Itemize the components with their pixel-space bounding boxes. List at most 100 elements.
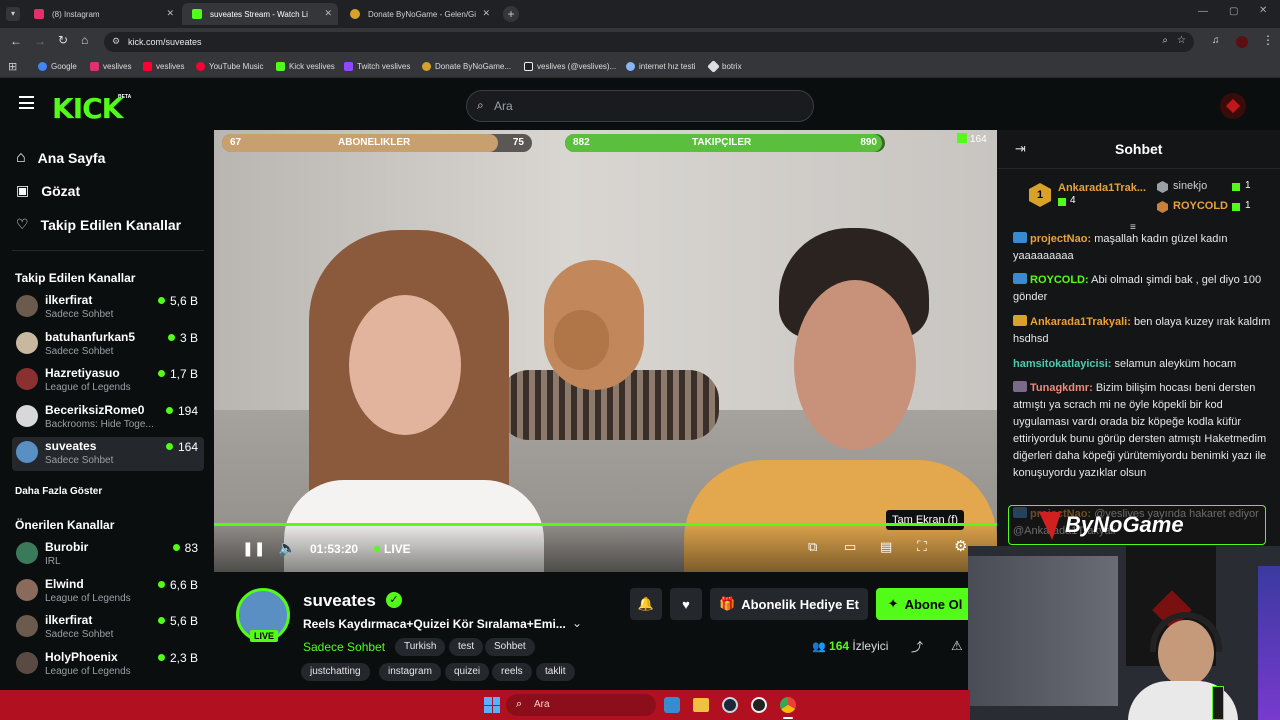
close-tab-icon[interactable]: ✕ bbox=[482, 8, 490, 19]
bookmark-kick[interactable]: Kick veslives bbox=[276, 62, 335, 71]
tag-sohbet[interactable]: Sohbet bbox=[485, 638, 535, 656]
share-icon[interactable]: ⤴ bbox=[911, 638, 923, 655]
browser-tab-bar: ▾ (8) Instagram ✕ suveates Stream - Watc… bbox=[0, 0, 1280, 28]
tag-instagram[interactable]: instagram bbox=[379, 663, 441, 681]
forward-icon[interactable]: → bbox=[34, 34, 46, 48]
sidebar-channel-beceriksizrome0[interactable]: BeceriksizRome0 Backrooms: Hide Toge... 19… bbox=[12, 401, 204, 435]
sidebar: ⌂ Ana Sayfa ▣ Gözat ♡ Takip Edilen Kanal… bbox=[0, 130, 214, 690]
tab-kick-stream[interactable]: suveates Stream - Watch Li ✕ bbox=[182, 3, 338, 25]
chat-text: selamun aleyküm hocam bbox=[1114, 358, 1237, 370]
sidebar-channel-batuhanfurkan5[interactable]: batuhanfurkan5 Sadece Sohbet 3 B bbox=[12, 328, 204, 362]
user-avatar[interactable] bbox=[1220, 93, 1246, 119]
media-control-icon[interactable]: ♫ bbox=[1212, 35, 1220, 46]
back-icon[interactable]: ← bbox=[10, 34, 22, 48]
wide-mode-icon[interactable]: ▤ bbox=[880, 539, 892, 555]
site-info-icon[interactable]: ⚙ bbox=[112, 36, 120, 47]
close-tab-icon[interactable]: ✕ bbox=[324, 8, 332, 19]
bookmark-google[interactable]: Google bbox=[38, 62, 77, 71]
steam-icon[interactable] bbox=[722, 697, 738, 713]
bookmark-botrix[interactable]: botrix bbox=[707, 60, 742, 73]
video-player[interactable]: 67 ABONELIKLER 75 882 TAKIPÇILER 890 164… bbox=[214, 130, 997, 572]
followed-heading: Takip Edilen Kanallar bbox=[15, 271, 136, 285]
notification-bell-button[interactable]: 🔔 bbox=[630, 588, 662, 620]
live-indicator[interactable]: LIVE bbox=[374, 542, 411, 556]
bookmark-star-icon[interactable]: ☆ bbox=[1177, 35, 1186, 46]
follow-heart-button[interactable]: ♥ bbox=[670, 588, 702, 620]
show-more-link[interactable]: Daha Fazla Göster bbox=[15, 486, 102, 497]
follower-goal-bar: 882 TAKIPÇILER 890 bbox=[565, 134, 885, 152]
active-app-indicator bbox=[783, 717, 793, 719]
nav-browse[interactable]: ▣ Gözat bbox=[16, 182, 80, 199]
sidebar-channel-ilkerfirat[interactable]: ilkerfirat Sadece Sohbet 5,6 B bbox=[12, 611, 204, 645]
bookmark-bynogame[interactable]: Donate ByNoGame... bbox=[422, 62, 511, 71]
chat-username[interactable]: Ankarada1Trakyali: bbox=[1030, 316, 1131, 328]
windows-start-icon[interactable] bbox=[484, 697, 500, 713]
address-input[interactable]: ⚙ kick.com/suveates ⌕ ☆ bbox=[104, 32, 1194, 52]
settings-gear-icon[interactable]: ⚙ bbox=[954, 537, 967, 555]
tag-taklit[interactable]: taklit bbox=[536, 663, 575, 681]
chat-username[interactable]: Tunagkdmr: bbox=[1030, 382, 1093, 394]
tag-turkish[interactable]: Turkish bbox=[395, 638, 446, 656]
tag-quizei[interactable]: quizei bbox=[445, 663, 490, 681]
close-tab-icon[interactable]: ✕ bbox=[166, 8, 174, 19]
taskbar-search-input[interactable]: ⌕ Ara bbox=[506, 694, 656, 716]
sidebar-channel-holyphoenix[interactable]: HolyPhoenix League of Legends 2,3 B bbox=[12, 648, 204, 682]
widgets-icon[interactable] bbox=[664, 697, 680, 713]
file-explorer-icon[interactable] bbox=[693, 698, 709, 712]
sidebar-channel-elwind[interactable]: Elwind League of Legends 6,6 B bbox=[12, 575, 204, 609]
maximize-icon[interactable]: ▢ bbox=[1229, 6, 1238, 17]
apps-grid-icon[interactable]: ⊞ bbox=[8, 60, 17, 73]
bookmark-youtube[interactable]: veslives bbox=[143, 62, 184, 71]
chevron-down-icon[interactable]: ⌄ bbox=[572, 616, 582, 630]
tab-bynogame[interactable]: Donate ByNoGame - Gelen/Gi ✕ bbox=[340, 3, 496, 25]
tab-search-dropdown-icon[interactable]: ▾ bbox=[6, 7, 20, 21]
chrome-icon[interactable] bbox=[780, 697, 796, 713]
nav-following[interactable]: ♡ Takip Edilen Kanallar bbox=[16, 216, 181, 233]
chat-username[interactable]: projectNao: bbox=[1030, 233, 1091, 245]
tag-justchatting[interactable]: justchatting bbox=[301, 663, 370, 681]
channel-name[interactable]: suveates bbox=[303, 591, 376, 611]
pip-icon[interactable]: ⧉ bbox=[808, 539, 817, 555]
bookmark-label: veslives bbox=[103, 62, 132, 71]
profile-icon[interactable] bbox=[1236, 36, 1248, 48]
tab-instagram[interactable]: (8) Instagram ✕ bbox=[24, 3, 180, 25]
chat-username[interactable]: ROYCOLD: bbox=[1030, 274, 1089, 286]
tag-reels[interactable]: reels bbox=[492, 663, 532, 681]
sidebar-channel-hazretiyasuo[interactable]: Hazretiyasuo League of Legends 1,7 B bbox=[12, 364, 204, 398]
menu-dots-icon[interactable]: ⋮ bbox=[1262, 33, 1274, 47]
fullscreen-icon[interactable]: ⛶ bbox=[917, 538, 927, 555]
bookmark-instagram[interactable]: veslives bbox=[90, 62, 131, 71]
category-link[interactable]: Sadece Sohbet bbox=[303, 640, 385, 654]
gift-subscription-button[interactable]: 🎁 Abonelik Hediye Et bbox=[710, 588, 868, 620]
sidebar-channel-burobir[interactable]: Burobir IRL 83 bbox=[12, 538, 204, 572]
chat-username[interactable]: hamsitokatlayicisi: bbox=[1013, 358, 1111, 370]
bookmark-tiktok[interactable]: veslives (@veslives)... bbox=[524, 62, 616, 71]
tag-test[interactable]: test bbox=[449, 638, 484, 656]
sidebar-channel-suveates[interactable]: suveates Sadece Sohbet 164 bbox=[12, 437, 204, 471]
sidebar-channel-ilkerfirat[interactable]: ilkerfirat Sadece Sohbet 5,6 B bbox=[12, 291, 204, 325]
nav-home[interactable]: ⌂ Ana Sayfa bbox=[16, 149, 105, 167]
hamburger-menu-icon[interactable] bbox=[19, 96, 34, 109]
volume-icon[interactable]: 🔈 bbox=[278, 539, 297, 557]
subscribe-button[interactable]: ✦ Abone Ol bbox=[876, 588, 974, 620]
bookmark-youtube-music[interactable]: YouTube Music bbox=[196, 62, 264, 71]
report-warning-icon[interactable]: ⚠ bbox=[951, 638, 963, 654]
bookmark-speedtest[interactable]: internet hız testi bbox=[626, 62, 695, 71]
bookmark-twitch[interactable]: Twitch veslives bbox=[344, 62, 410, 71]
kick-logo[interactable]: KICK bbox=[52, 92, 123, 125]
zoom-icon[interactable]: ⌕ bbox=[1162, 35, 1168, 46]
close-window-icon[interactable]: ✕ bbox=[1259, 5, 1267, 16]
collapse-chat-icon[interactable]: ⇥ bbox=[1015, 141, 1026, 157]
reload-icon[interactable]: ↻ bbox=[58, 33, 68, 47]
minimize-icon[interactable]: — bbox=[1198, 6, 1208, 17]
new-tab-button[interactable]: + bbox=[503, 6, 519, 22]
gifter-row[interactable]: ROYCOLD 1 bbox=[1157, 200, 1267, 216]
app-icon[interactable] bbox=[751, 697, 767, 713]
top-gifter[interactable]: 1 Ankarada1Trak... 4 bbox=[1029, 179, 1149, 211]
search-input[interactable]: ⌕ Ara bbox=[466, 90, 814, 122]
home-icon[interactable]: ⌂ bbox=[81, 33, 88, 47]
theater-mode-icon[interactable]: ▭ bbox=[844, 539, 856, 555]
channel-name: HolyPhoenix bbox=[45, 649, 118, 664]
pause-icon[interactable]: ❚❚ bbox=[242, 540, 265, 557]
gifter-row[interactable]: sinekjo 1 bbox=[1157, 180, 1267, 196]
